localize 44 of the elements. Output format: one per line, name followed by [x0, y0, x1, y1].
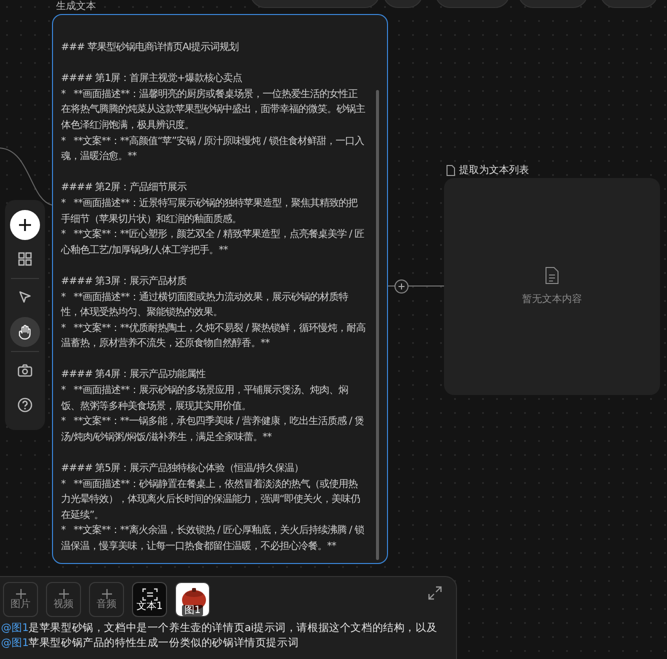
document-heading: ### 苹果型砂锅电商详情页AI提示词规划 [61, 40, 240, 55]
bullet-paragraph: * **画面描述**：展示砂锅的多场景应用，平铺展示煲汤、炖肉、焖饭、熬粥等多种美食场景，展现其实用价值。 [61, 384, 350, 414]
bullet-paragraph: * **画面描述**：通过横切面图或热力流动效果，展示砂锅的材质特性，体现受热均匀、聚能锁热的效果。 [61, 290, 350, 320]
bullet-paragraph: * **画面描述**：近景特写展示砂锅的独特苹果造型，聚焦其精致的把手细节（苹果切片状）和红润的釉面质感。 [61, 196, 359, 227]
prompt-text-line[interactable]: @图1苹果型砂锅产品的特性生成一份类似的砂锅详情页提示词 [1, 636, 299, 651]
expand-icon [428, 586, 442, 600]
tool-button[interactable] [10, 210, 40, 240]
node-title: 生成文本 [56, 1, 96, 13]
upload-button[interactable]: 图片 [3, 582, 38, 617]
prompt-text-line[interactable]: @图1是苹果型砂锅，文档中是一个养生壶的详情页ai提示词，请根据这个文档的结构，以及 [1, 621, 438, 636]
bullet-paragraph: * **文案**：**匠心塑形，颜艺双全 / 精致苹果造型，点亮餐桌美学 / 匠心釉色工艺/加厚锅身/人体工学把手。** [61, 228, 366, 258]
document-icon [446, 165, 455, 176]
plus-icon [102, 589, 112, 599]
add-icon[interactable] [394, 280, 408, 294]
plus-icon [58, 589, 68, 599]
section-heading: #### 第2屏：产品细节展示 [61, 180, 188, 196]
plus-icon [16, 589, 26, 599]
list-node[interactable]: 暂无文本内容 [444, 178, 660, 395]
bullet-paragraph: * **画面描述**：砂锅静置在餐桌上，依然冒着淡淡的热气（或使用热力光晕特效），体现离火后长时间的保温能力，强调“即使关火，美味仍在延续”。 [61, 478, 362, 523]
section-heading: #### 第4屏：展示产品功能属性 [61, 368, 207, 382]
document-icon [545, 266, 559, 284]
bullet-paragraph: * **文案**：**优质耐热陶土，久炖不易裂 / 聚热锁鲜，循环慢炖，耐高温蓄热，原材营养不流失，还原食物自然醇香。** [61, 322, 366, 352]
image-attachment[interactable]: 图1 [175, 582, 210, 617]
upload-button[interactable]: 音频 [89, 582, 124, 617]
text-attachment[interactable]: 文本1 [132, 582, 167, 617]
bullet-paragraph: * **画面描述**：温馨明亮的厨房或餐桌场景，一位热爱生活的女性正在将热气腾腾的炖菜从这款苹果型砂锅中盛出，面带幸福的微笑。砂锅主体色泽红润饱满，极具辨识度。 [61, 88, 366, 133]
bullet-paragraph: * **文案**：**高颜值“苹”安锅 / 原汁原味慢炖 / 锁住食材鲜甜，一口入魂，温暖治愈。** [61, 134, 365, 164]
bullet-paragraph: * **文案**：**一锅多能，承包四季美味 / 营养健康，吃出生活质感 / 煲汤/炖肉/砂锅粥/焖饭/滋补养生，满足全家味蕾。** [61, 414, 365, 445]
section-heading: #### 第1屏：首屏主视觉+爆款核心卖点 [61, 72, 243, 86]
section-heading: #### 第3屏：展示产品材质 [61, 274, 188, 289]
upload-button[interactable]: 视频 [46, 582, 81, 617]
scan-icon [142, 588, 158, 600]
connector-line [0, 147, 52, 207]
connector-line [388, 285, 445, 287]
help-icon [16, 396, 34, 414]
bullet-paragraph: * **文案**：**离火余温，长效锁热 / 匠心厚釉底，关火后持续沸腾 / 锁温保温，慢享美味，让每一口热食都留住温暖，不必担心冷餐。** [61, 524, 365, 554]
section-heading: #### 第5屏：展示产品独特核心体验（恒温/持久保温） [61, 462, 304, 476]
text-node[interactable] [52, 14, 388, 564]
empty-message: 暂无文本内容 [522, 292, 582, 306]
grid-icon [16, 250, 34, 268]
node-title: 提取为文本列表 [459, 164, 529, 178]
tool-button[interactable] [10, 317, 40, 347]
scrollbar[interactable] [376, 90, 379, 560]
add-icon [16, 216, 34, 234]
